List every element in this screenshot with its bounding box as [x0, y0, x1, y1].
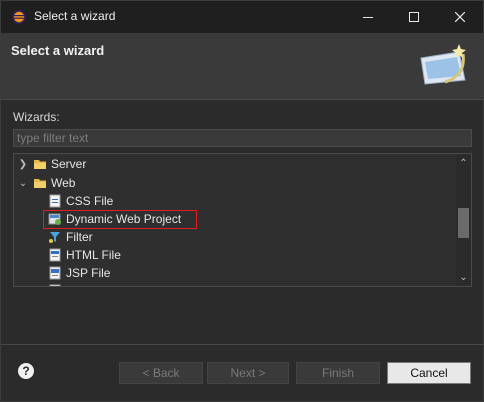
tree-item-label: Server: [51, 157, 87, 171]
tree-item-dynamic-web-project[interactable]: Dynamic Web Project: [48, 210, 181, 228]
window-title: Select a wizard: [34, 9, 116, 23]
tree-item-server[interactable]: ❯ Server: [17, 155, 87, 173]
css-file-icon: [49, 194, 61, 208]
tree-item-web[interactable]: ⌄ Web: [17, 174, 76, 192]
html-file-icon: [49, 248, 61, 262]
chevron-up-icon[interactable]: ⌃: [456, 156, 471, 170]
back-button[interactable]: < Back: [119, 362, 203, 384]
divider: [1, 344, 483, 345]
scrollbar-thumb[interactable]: [458, 208, 469, 238]
filter-icon: [49, 232, 60, 243]
tree-item-label: CSS File: [66, 194, 114, 208]
cancel-button[interactable]: Cancel: [387, 362, 471, 384]
maximize-icon: [409, 12, 419, 22]
minimize-icon: [363, 17, 373, 18]
wizard-tree[interactable]: ❯ Server ⌄ Web CSS File Dynamic Web Proj…: [13, 153, 472, 287]
tree-item-label: HTML File: [66, 248, 121, 262]
wizard-banner-icon: [420, 44, 466, 85]
vertical-scrollbar[interactable]: ⌃ ⌄: [456, 154, 471, 286]
tree-item-jsp-file[interactable]: JSP File: [48, 264, 110, 282]
eclipse-icon: [12, 10, 26, 24]
wizard-header: Select a wizard: [1, 33, 483, 100]
tree-item-label: Dynamic Web Project: [66, 212, 182, 226]
wizard-dialog: Select a wizard Select a wizard Wizards:…: [0, 0, 484, 402]
tree-item-label: JSP File: [66, 266, 111, 280]
jsp-file-icon: [49, 266, 61, 280]
file-icon: [49, 284, 61, 286]
filter-input[interactable]: [13, 129, 472, 147]
title-bar[interactable]: Select a wizard: [1, 1, 483, 33]
chevron-down-icon[interactable]: ⌄: [17, 178, 29, 189]
tree-item-partial: [48, 282, 66, 286]
folder-icon: [34, 160, 46, 169]
tree-item-label: Filter: [66, 230, 93, 244]
tree-item-filter[interactable]: Filter: [48, 228, 93, 246]
web-project-icon: [48, 213, 61, 225]
maximize-button[interactable]: [391, 1, 437, 33]
close-icon: [455, 12, 465, 22]
tree-item-css-file[interactable]: CSS File: [48, 192, 113, 210]
tree-item-html-file[interactable]: HTML File: [48, 246, 121, 264]
next-button[interactable]: Next >: [207, 362, 289, 384]
finish-button[interactable]: Finish: [296, 362, 380, 384]
chevron-down-icon[interactable]: ⌄: [456, 270, 471, 284]
tree-item-label: Web: [51, 176, 76, 190]
wizards-label: Wizards:: [13, 110, 60, 124]
close-button[interactable]: [437, 1, 483, 33]
page-title: Select a wizard: [11, 43, 105, 58]
minimize-button[interactable]: [345, 1, 391, 33]
chevron-right-icon[interactable]: ❯: [17, 159, 29, 170]
help-icon[interactable]: ?: [18, 363, 34, 379]
folder-icon: [34, 179, 46, 188]
